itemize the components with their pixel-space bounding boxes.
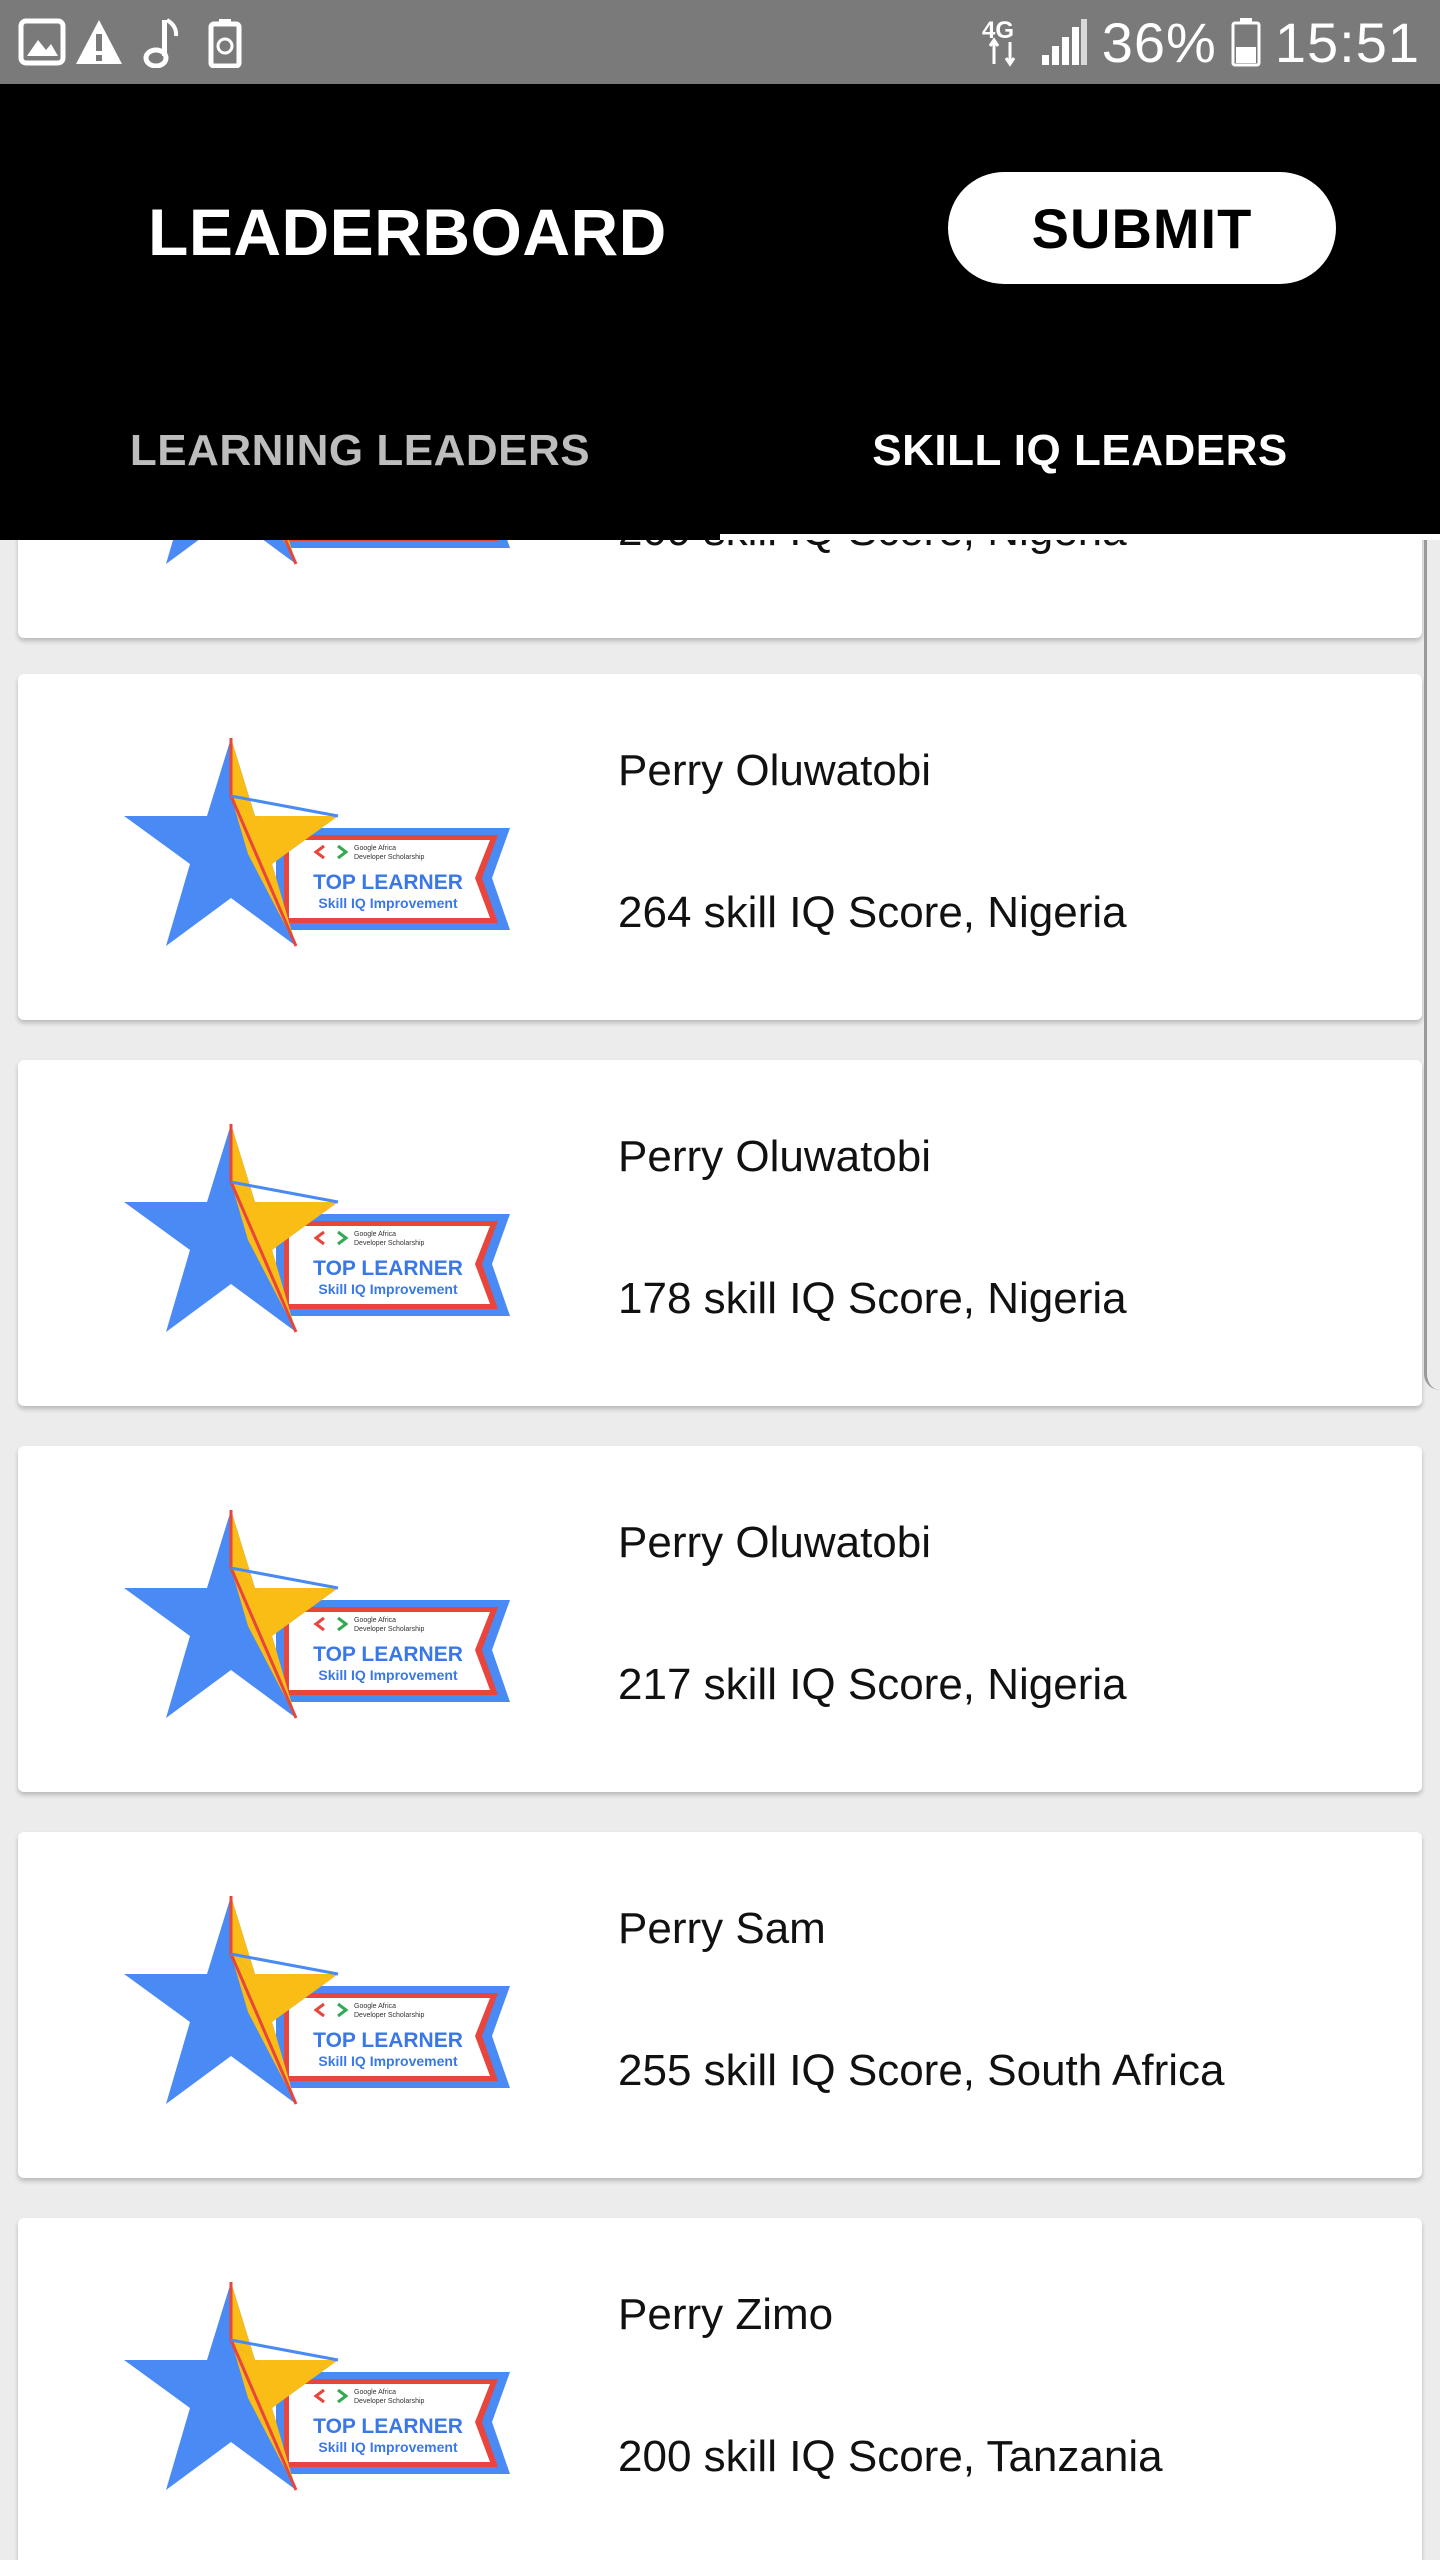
svg-text:Developer Scholarship: Developer Scholarship [354,1240,425,1247]
leader-card[interactable]: Google Africa Developer Scholarship TOP … [18,1832,1422,2178]
svg-text:Google Africa: Google Africa [354,2389,396,2396]
leader-name: Perry Oluwatobi [618,1132,932,1181]
leader-card[interactable]: Google Africa Developer Scholarship TOP … [18,2218,1422,2560]
svg-text:TOP LEARNER: TOP LEARNER [313,1643,463,1666]
svg-text:Developer Scholarship: Developer Scholarship [354,854,425,861]
leader-card[interactable]: Google Africa Developer Scholarship TOP … [18,1446,1422,1792]
top-learner-badge-icon: Google Africa Developer Scholarship TOP … [98,2280,528,2502]
svg-text:Google Africa: Google Africa [354,1617,396,1624]
leader-name: Perry Oluwatobi [618,1518,932,1567]
svg-text:Developer Scholarship: Developer Scholarship [354,1626,425,1633]
top-learner-badge-icon: Google Africa Developer Scholarship TOP … [98,736,528,958]
svg-text:Developer Scholarship: Developer Scholarship [354,2012,425,2019]
svg-text:TOP LEARNER: TOP LEARNER [313,2415,463,2438]
svg-text:Skill IQ Improvement: Skill IQ Improvement [318,1667,458,1683]
leader-score: 178 skill IQ Score, Nigeria [618,1274,1127,1323]
svg-text:Google Africa: Google Africa [354,1231,396,1238]
svg-text:Google Africa: Google Africa [354,845,396,852]
tab-indicator [720,534,1440,540]
leader-score: 200 skill IQ Score, Tanzania [618,2432,1163,2481]
leader-name: Perry Sam [618,1904,826,1953]
submit-button[interactable]: SUBMIT [948,172,1336,284]
svg-text:Skill IQ Improvement: Skill IQ Improvement [318,2053,458,2069]
tab-learning-leaders[interactable]: LEARNING LEADERS [0,414,720,540]
svg-text:Developer Scholarship: Developer Scholarship [354,2398,425,2405]
app-bar: LEADERBOARD SUBMIT LEARNING LEADERS SKIL… [0,84,1440,540]
top-learner-badge-icon: Google Africa Developer Scholarship TOP … [98,1894,528,2116]
svg-text:Google Africa: Google Africa [354,2003,396,2010]
leader-name: Perry Zimo [618,2290,834,2339]
svg-text:Skill IQ Improvement: Skill IQ Improvement [318,2439,458,2455]
svg-text:TOP LEARNER: TOP LEARNER [313,871,463,894]
leader-name: Perry Oluwatobi [618,746,932,795]
svg-text:Skill IQ Improvement: Skill IQ Improvement [318,1281,458,1297]
tab-skill-iq-leaders[interactable]: SKILL IQ LEADERS [720,414,1440,540]
page-title: LEADERBOARD [148,195,667,269]
leader-card[interactable]: Google Africa Developer Scholarship TOP … [18,674,1422,1020]
svg-text:TOP LEARNER: TOP LEARNER [313,1257,463,1280]
svg-text:Skill IQ Improvement: Skill IQ Improvement [318,895,458,911]
scroll-edge-indicator [1424,490,1440,1390]
leader-score: 264 skill IQ Score, Nigeria [618,888,1127,937]
svg-text:TOP LEARNER: TOP LEARNER [313,2029,463,2052]
leader-score: 255 skill IQ Score, South Africa [618,2046,1225,2095]
leader-card[interactable]: Google Africa Developer Scholarship TOP … [18,1060,1422,1406]
top-learner-badge-icon: Google Africa Developer Scholarship TOP … [98,1122,528,1344]
tab-bar: LEARNING LEADERS SKILL IQ LEADERS [0,414,1440,540]
leader-score: 217 skill IQ Score, Nigeria [618,1660,1127,1709]
top-learner-badge-icon: Google Africa Developer Scholarship TOP … [98,1508,528,1730]
